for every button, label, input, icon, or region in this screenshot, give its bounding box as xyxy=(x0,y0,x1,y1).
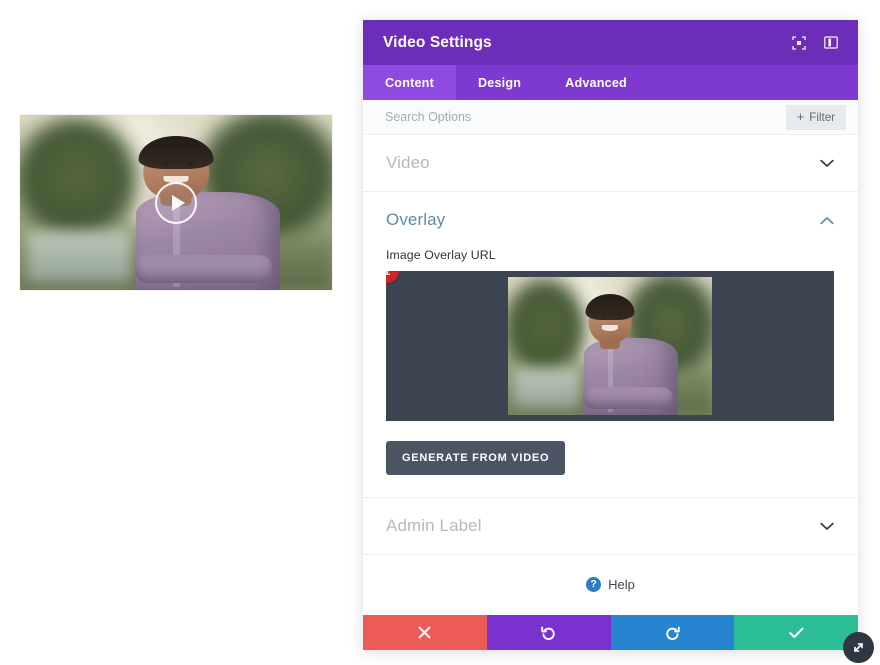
redo-button[interactable] xyxy=(611,615,735,650)
section-overlay: Overlay Image Overlay URL 1 xyxy=(363,192,858,498)
image-overlay-thumbnail xyxy=(508,277,712,415)
cancel-button[interactable] xyxy=(363,615,487,650)
layout-columns-icon[interactable] xyxy=(818,30,844,56)
section-video: Video xyxy=(363,135,858,192)
expand-icon[interactable] xyxy=(786,30,812,56)
section-overlay-header[interactable]: Overlay xyxy=(363,192,858,248)
question-mark-icon: ? xyxy=(586,577,601,592)
save-button[interactable] xyxy=(734,615,858,650)
chevron-down-icon xyxy=(820,159,834,168)
filter-button[interactable]: + Filter xyxy=(786,105,846,130)
play-icon[interactable] xyxy=(155,182,197,224)
page-canvas xyxy=(0,0,363,665)
app-root: Video Settings Content Design Advanced xyxy=(0,0,880,665)
status-badge: 1 xyxy=(386,271,399,283)
section-admin-label-title: Admin Label xyxy=(386,516,820,536)
help-row[interactable]: ? Help xyxy=(363,555,858,614)
filter-button-label: Filter xyxy=(809,111,835,124)
chevron-down-icon xyxy=(820,522,834,531)
modal-action-bar xyxy=(363,615,858,650)
section-overlay-content: Image Overlay URL 1 xyxy=(363,248,858,497)
section-video-title: Video xyxy=(386,153,820,173)
page-title: Video Settings xyxy=(383,34,780,52)
image-overlay-upload-area[interactable]: 1 xyxy=(386,271,834,421)
resize-handle[interactable] xyxy=(843,632,874,663)
section-video-header[interactable]: Video xyxy=(363,135,858,191)
search-row: + Filter xyxy=(363,100,858,135)
video-settings-modal: Video Settings Content Design Advanced xyxy=(363,20,858,650)
search-input[interactable] xyxy=(385,110,786,124)
check-icon xyxy=(789,627,804,639)
tab-advanced[interactable]: Advanced xyxy=(543,65,649,100)
play-triangle xyxy=(172,195,185,211)
overlay-photo xyxy=(508,277,712,415)
modal-body: Video Overlay xyxy=(363,135,858,615)
video-module-preview[interactable] xyxy=(19,114,333,291)
close-icon xyxy=(418,626,431,639)
image-overlay-url-label: Image Overlay URL xyxy=(386,248,834,262)
generate-from-video-button[interactable]: GENERATE FROM VIDEO xyxy=(386,441,565,475)
undo-icon xyxy=(541,625,556,640)
chevron-up-icon xyxy=(820,216,834,225)
modal-titlebar: Video Settings xyxy=(363,20,858,65)
undo-button[interactable] xyxy=(487,615,611,650)
section-admin-label-header[interactable]: Admin Label xyxy=(363,498,858,554)
section-overlay-title: Overlay xyxy=(386,210,820,230)
tab-content[interactable]: Content xyxy=(363,65,456,100)
redo-icon xyxy=(665,625,680,640)
section-admin-label: Admin Label xyxy=(363,498,858,555)
modal-tabs: Content Design Advanced xyxy=(363,65,858,100)
tab-design[interactable]: Design xyxy=(456,65,543,100)
plus-icon: + xyxy=(797,111,804,124)
help-label: Help xyxy=(608,577,635,592)
